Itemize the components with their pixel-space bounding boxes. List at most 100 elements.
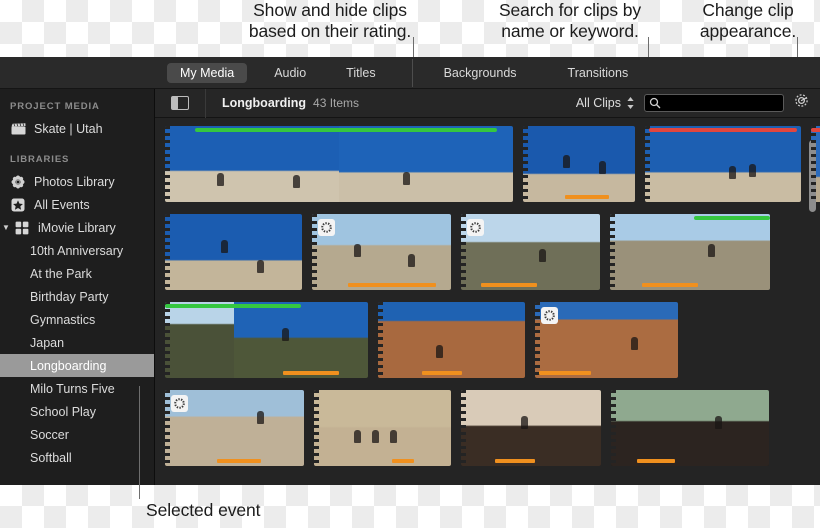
keyword-marker[interactable] (565, 195, 609, 199)
tab-titles[interactable]: Titles (333, 63, 388, 83)
clip-filmstrip[interactable] (611, 390, 769, 466)
keyword-marker[interactable] (217, 459, 261, 463)
thumbnail-subject (539, 248, 546, 262)
thumbnail-subject (372, 429, 379, 443)
clip-filmstrip[interactable] (645, 126, 801, 202)
sidebar-item-soccer[interactable]: Soccer (0, 423, 154, 446)
thumbnail-subject (403, 171, 410, 185)
clip-thumbnail (523, 126, 635, 202)
callout-appearance: Change clip appearance. (699, 0, 797, 41)
tab-my-media[interactable]: My Media (167, 63, 248, 83)
media-tab-bar: My Media Audio Titles Backgrounds Transi… (0, 57, 820, 89)
clip-row (165, 126, 820, 202)
favorite-marker[interactable] (195, 128, 497, 132)
library-grid-icon (14, 221, 30, 235)
clip-row (165, 214, 780, 290)
sidebar-item-label: Longboarding (30, 358, 107, 373)
filmstrip-frames (314, 390, 451, 466)
search-input[interactable] (661, 97, 773, 109)
clip-thumbnail (645, 126, 801, 202)
section-header-project-media: PROJECT MEDIA (10, 101, 100, 112)
thumbnail-subject (599, 160, 606, 174)
clip-filmstrip[interactable] (165, 214, 302, 290)
clip-filmstrip[interactable] (312, 214, 451, 290)
thumbnail-subject (282, 327, 289, 341)
search-icon (649, 97, 661, 109)
sidebar-item-label: Skate | Utah (34, 121, 103, 136)
leader-line-selected-event (139, 386, 140, 499)
thumbnail-subject (708, 244, 715, 258)
clip-filmstrip[interactable] (610, 214, 770, 290)
clip-row (165, 390, 779, 466)
sidebar-item-gymnastics[interactable]: Gymnastics (0, 308, 154, 331)
clip-filmstrip[interactable] (165, 390, 304, 466)
sidebar-item-school-play[interactable]: School Play (0, 400, 154, 423)
thumbnail-subject (436, 344, 443, 358)
sidebar-item-longboarding[interactable]: Longboarding (0, 354, 154, 377)
clip-thumbnail (165, 214, 302, 290)
rejected-marker[interactable] (811, 128, 820, 132)
keyword-marker[interactable] (495, 459, 535, 463)
sidebar-item-skate-utah[interactable]: Skate | Utah (0, 117, 154, 140)
keyword-marker[interactable] (283, 371, 339, 375)
rating-filter-value[interactable]: All Clips (576, 96, 621, 110)
keyword-marker[interactable] (392, 459, 414, 463)
favorite-marker[interactable] (165, 304, 301, 308)
thumbnail-subject (749, 164, 756, 177)
clip-filmstrip[interactable] (165, 126, 513, 202)
thumbnail-subject (293, 174, 300, 188)
sidebar-item-photos-library[interactable]: Photos Library (0, 170, 154, 193)
sidebar-item-10th-anniversary[interactable]: 10th Anniversary (0, 239, 154, 262)
sidebar-toggle-icon[interactable] (171, 96, 189, 110)
thumbnail-subject (390, 429, 397, 443)
keyword-marker[interactable] (481, 283, 537, 287)
clip-filmstrip[interactable] (461, 214, 600, 290)
page-title: Longboarding (222, 96, 307, 110)
thumbnail-subject (729, 165, 736, 179)
tab-transitions[interactable]: Transitions (555, 63, 642, 83)
sidebar-item-label: At the Park (30, 266, 92, 281)
rating-filter-stepper[interactable] (626, 96, 635, 110)
clip-thumbnail (378, 302, 525, 378)
sidebar-item-all-events[interactable]: All Events (0, 193, 154, 216)
favorite-marker[interactable] (694, 216, 770, 220)
keyword-marker[interactable] (422, 371, 462, 375)
gear-icon[interactable] (793, 92, 810, 114)
sidebar-item-milo-turns-five[interactable]: Milo Turns Five (0, 377, 154, 400)
clip-filmstrip[interactable] (811, 126, 820, 202)
rejected-marker[interactable] (649, 128, 797, 132)
toolbar-divider (205, 88, 206, 118)
thumbnail-subject (217, 173, 224, 187)
sidebar-item-label: Soccer (30, 427, 69, 442)
sidebar-item-softball[interactable]: Softball (0, 446, 154, 469)
clip-browser[interactable] (155, 118, 820, 485)
tab-audio[interactable]: Audio (261, 63, 319, 83)
search-field[interactable] (644, 94, 784, 112)
clip-filmstrip[interactable] (165, 302, 368, 378)
clip-filmstrip[interactable] (378, 302, 525, 378)
clip-filmstrip[interactable] (314, 390, 451, 466)
libraries-sidebar[interactable]: PROJECT MEDIA Skate | Utah LIBRARIES Pho… (0, 89, 155, 485)
filmstrip-frames (645, 126, 801, 202)
keyword-marker[interactable] (348, 283, 436, 287)
filmstrip-frames (523, 126, 635, 202)
tab-backgrounds[interactable]: Backgrounds (431, 63, 530, 83)
keyword-marker[interactable] (539, 371, 591, 375)
thumbnail-subject (221, 239, 228, 253)
keyword-marker[interactable] (637, 459, 675, 463)
stabilization-analysis-icon (171, 395, 188, 412)
clip-filmstrip[interactable] (461, 390, 601, 466)
sidebar-item-at-the-park[interactable]: At the Park (0, 262, 154, 285)
clip-thumbnail (811, 126, 820, 202)
sidebar-item-japan[interactable]: Japan (0, 331, 154, 354)
sidebar-item-birthday-party[interactable]: Birthday Party (0, 285, 154, 308)
keyword-marker[interactable] (642, 283, 698, 287)
thumbnail-subject (715, 415, 722, 429)
imovie-window: My Media Audio Titles Backgrounds Transi… (0, 57, 820, 485)
stabilization-analysis-icon (541, 307, 558, 324)
thumbnail-subject (354, 429, 361, 443)
sidebar-item-imovie-library[interactable]: ▼ iMovie Library (0, 216, 154, 239)
chevron-down-icon[interactable]: ▼ (2, 223, 12, 232)
clip-filmstrip[interactable] (535, 302, 678, 378)
clip-filmstrip[interactable] (523, 126, 635, 202)
